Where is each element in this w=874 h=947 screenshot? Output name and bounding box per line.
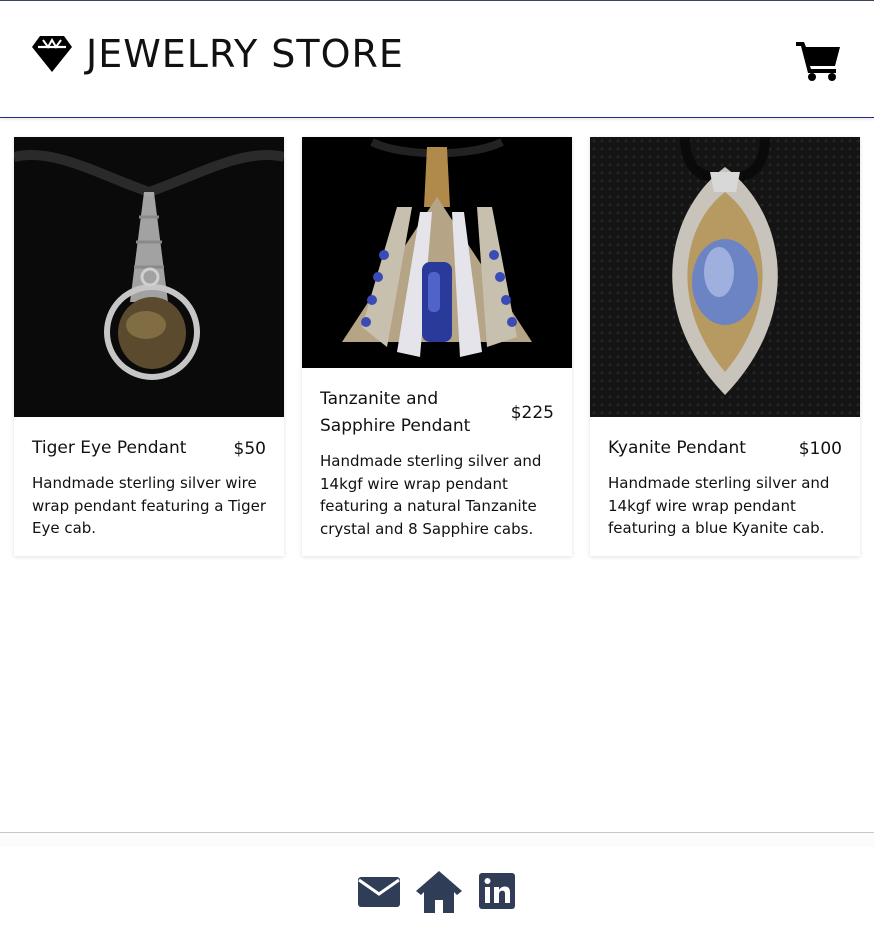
- product-card[interactable]: Kyanite Pendant $100 Handmade sterling s…: [590, 137, 860, 556]
- product-description: Handmade sterling silver and 14kgf wire …: [608, 474, 830, 537]
- product-price: $100: [798, 438, 842, 459]
- product-description: Handmade sterling silver and 14kgf wire …: [320, 452, 542, 538]
- site-footer: [0, 832, 874, 947]
- envelope-icon[interactable]: [358, 871, 400, 917]
- product-description: Handmade sterling silver wire wrap penda…: [32, 474, 267, 537]
- product-image[interactable]: [14, 137, 284, 417]
- social-links: [0, 871, 874, 917]
- site-header: JEWELRY STORE: [0, 0, 874, 118]
- product-price: $50: [233, 438, 266, 459]
- product-price: $225: [510, 403, 554, 423]
- product-name[interactable]: Tiger Eye Pendant: [32, 435, 186, 462]
- product-name[interactable]: Kyanite Pendant: [608, 435, 746, 462]
- gem-icon: [31, 35, 73, 73]
- product-card[interactable]: Tiger Eye Pendant $50 Handmade sterling …: [14, 137, 284, 556]
- product-name[interactable]: Tanzanite and Sapphire Pendant: [320, 386, 490, 440]
- product-image[interactable]: [590, 137, 860, 417]
- shopping-cart-icon[interactable]: [796, 39, 842, 85]
- product-image[interactable]: [302, 137, 572, 368]
- home-icon[interactable]: [416, 871, 462, 917]
- footer-divider: [0, 833, 874, 847]
- product-card[interactable]: Tanzanite and Sapphire Pendant $225 Hand…: [302, 137, 572, 556]
- brand[interactable]: JEWELRY STORE: [31, 35, 404, 73]
- linkedin-icon[interactable]: [478, 871, 516, 917]
- store-title: JEWELRY STORE: [86, 32, 404, 76]
